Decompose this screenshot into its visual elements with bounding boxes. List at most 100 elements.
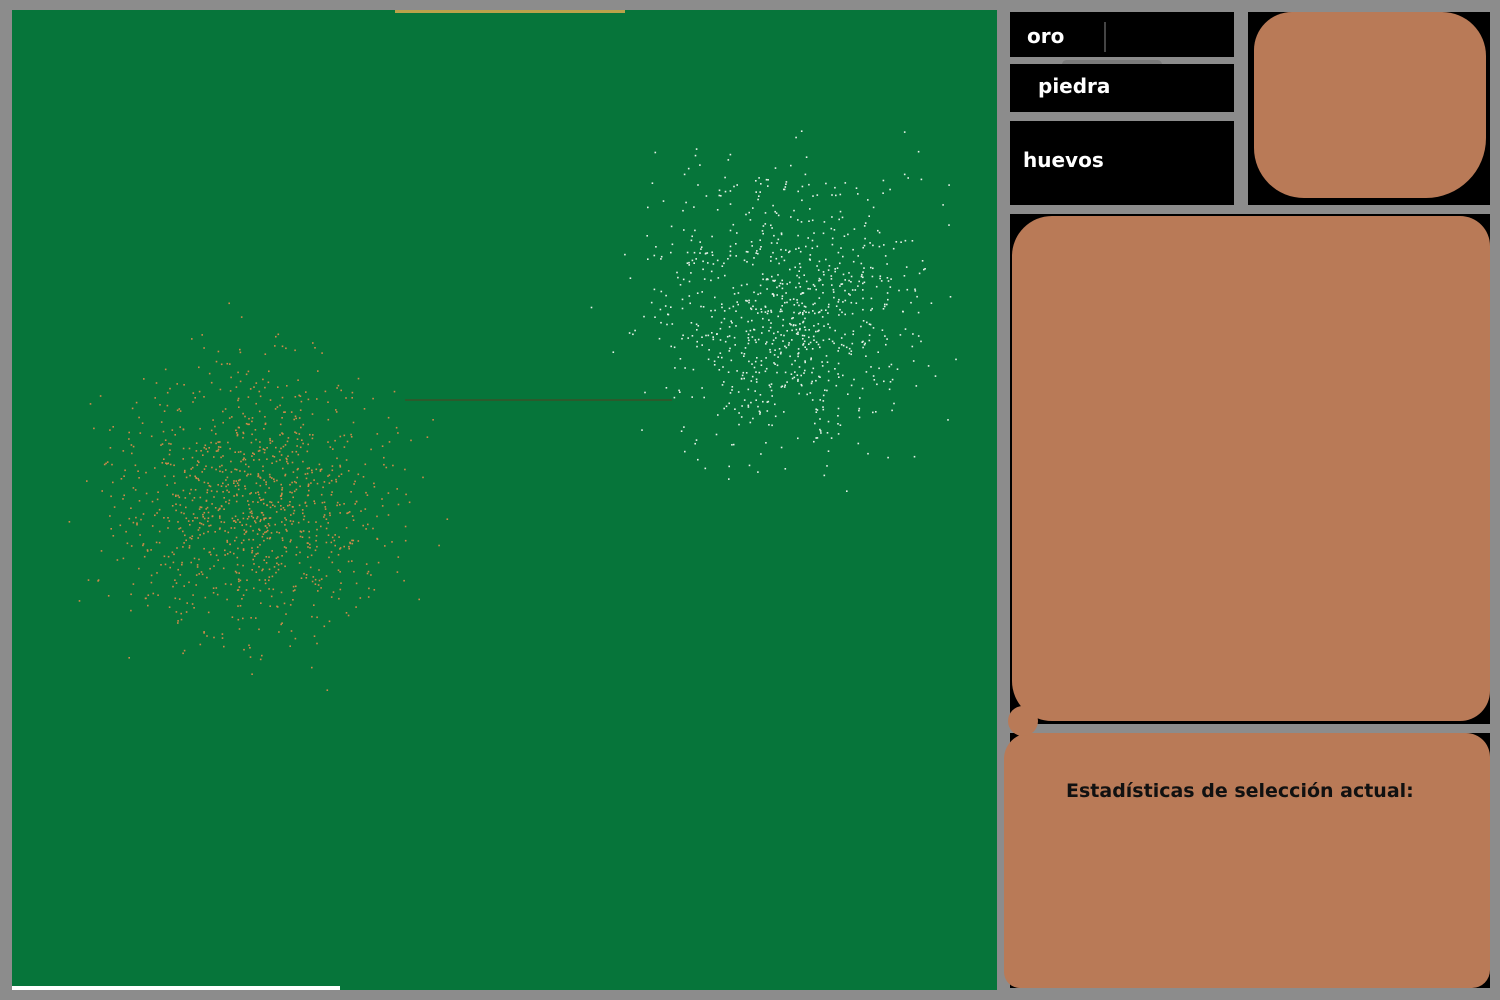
speckle — [277, 333, 280, 336]
speckle — [292, 585, 295, 588]
speckle — [751, 336, 754, 338]
speckle — [276, 479, 278, 482]
speckle — [764, 311, 767, 313]
speckle — [818, 279, 820, 282]
speckle — [790, 373, 793, 375]
speckle — [381, 445, 384, 447]
speckle — [343, 503, 345, 505]
speckle — [830, 275, 833, 277]
speckle — [680, 430, 683, 432]
speckle — [738, 423, 740, 426]
speckle — [265, 556, 268, 558]
speckle — [298, 562, 301, 564]
stone-label: piedra — [1038, 74, 1111, 98]
speckle — [261, 535, 264, 538]
speckle — [228, 417, 231, 419]
speckle — [773, 354, 776, 356]
speckle — [757, 338, 760, 341]
speckle — [113, 506, 116, 508]
speckle — [265, 483, 267, 486]
speckle — [768, 384, 771, 386]
speckle — [285, 547, 287, 549]
speckle — [245, 589, 248, 591]
speckle — [751, 245, 753, 247]
speckle — [221, 633, 224, 635]
game-map[interactable] — [12, 10, 997, 990]
speckle — [217, 448, 220, 451]
speckle — [171, 429, 174, 431]
speckle — [718, 189, 721, 192]
speckle — [242, 564, 244, 567]
speckle — [187, 520, 190, 522]
speckle — [706, 252, 709, 254]
speckle — [838, 298, 840, 301]
speckle — [223, 497, 225, 499]
speckle — [837, 373, 839, 375]
speckle — [336, 504, 338, 507]
speckle — [253, 555, 256, 557]
speckle — [712, 263, 715, 265]
speckle — [774, 403, 776, 406]
speckle — [397, 432, 399, 434]
speckle — [251, 547, 253, 549]
speckle — [758, 195, 760, 197]
speckle — [732, 443, 735, 446]
speckle — [325, 541, 328, 544]
speckle — [329, 514, 331, 517]
speckle — [185, 611, 188, 613]
speckle — [766, 312, 769, 315]
speckle — [262, 568, 264, 571]
speckle — [740, 352, 743, 354]
speckle — [199, 522, 201, 524]
speckle — [164, 439, 167, 441]
speckle — [801, 334, 804, 337]
speckle — [294, 415, 297, 418]
speckle — [109, 447, 112, 449]
speckle — [191, 338, 193, 340]
speckle — [300, 531, 303, 533]
speckle — [193, 607, 195, 609]
speckle — [272, 455, 274, 457]
speckle — [693, 206, 695, 208]
speckle — [191, 456, 194, 459]
speckle — [235, 429, 237, 432]
speckle — [219, 446, 222, 448]
speckle — [660, 321, 662, 324]
speckle — [109, 429, 111, 431]
speckle — [682, 334, 684, 337]
speckle — [653, 288, 656, 291]
speckle — [216, 490, 218, 493]
speckle — [352, 539, 355, 542]
speckle — [376, 515, 378, 518]
speckle — [930, 302, 933, 304]
speckle — [224, 583, 227, 585]
speckle — [348, 547, 350, 550]
speckle — [860, 262, 863, 265]
speckle — [863, 343, 866, 346]
speckle — [328, 556, 330, 559]
speckle — [251, 420, 253, 423]
map-canvas[interactable] — [12, 10, 997, 990]
speckle — [694, 442, 696, 445]
speckle — [196, 517, 199, 519]
speckle — [200, 506, 203, 509]
speckle — [862, 246, 864, 249]
speckle — [861, 273, 863, 276]
speckle — [257, 501, 259, 503]
speckle — [182, 530, 184, 533]
speckle — [863, 281, 866, 284]
speckle — [251, 417, 254, 419]
speckle — [325, 527, 328, 530]
speckle — [281, 521, 283, 523]
speckle — [207, 611, 210, 614]
speckle — [334, 544, 336, 547]
speckle — [780, 232, 783, 234]
speckle — [729, 190, 732, 192]
speckle — [194, 475, 196, 478]
speckle — [258, 458, 261, 461]
speckle — [335, 480, 338, 483]
speckle — [347, 470, 350, 472]
speckle — [167, 462, 169, 465]
speckle — [755, 399, 757, 401]
speckle — [852, 330, 855, 332]
